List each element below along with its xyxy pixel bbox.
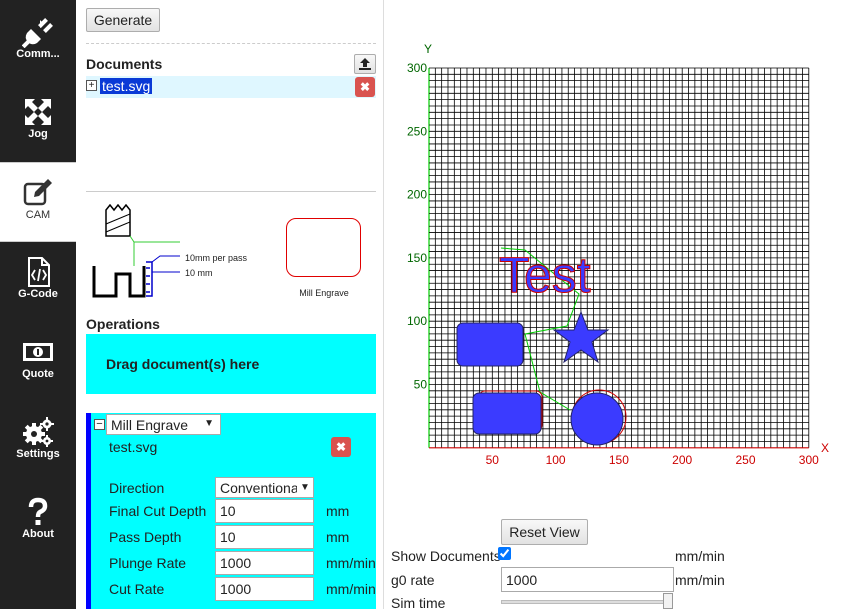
- rounded-rectangle-shape: [472, 392, 542, 435]
- expand-toggle-icon[interactable]: +: [86, 80, 97, 91]
- show-documents-unit: mm/min: [675, 548, 725, 564]
- y-tick-label: 250: [407, 124, 427, 138]
- gears-icon: [23, 417, 54, 447]
- x-tick-label: 150: [609, 453, 629, 467]
- cam-panel: Generate Documents + test.svg ✖ 10mm per…: [76, 0, 384, 609]
- nav-label-gcode: G-Code: [18, 288, 58, 300]
- direction-select[interactable]: Conventional ▼: [215, 477, 314, 498]
- nav-label-jog: Jog: [28, 128, 48, 140]
- nav-label-cam: CAM: [25, 209, 51, 221]
- operation-card: − Mill Engrave ▼ test.svg ✖ Direction Co…: [86, 413, 376, 609]
- show-documents-checkbox[interactable]: [498, 547, 511, 560]
- reset-view-button[interactable]: Reset View: [501, 519, 588, 545]
- document-row[interactable]: + test.svg: [86, 76, 376, 98]
- rounded-rectangle-shape: [456, 322, 524, 367]
- nav-label-comms: Comm...: [16, 48, 60, 60]
- code-file-icon: [28, 257, 50, 287]
- workspace-canvas[interactable]: 50 100 150 200 250 300 30025020015010050 Y X …: [385, 0, 843, 500]
- nav-label-about: About: [22, 528, 54, 540]
- delete-document-button[interactable]: ✖: [355, 77, 375, 97]
- x-axis-ticks: 50 100 150 200 250 300: [486, 453, 820, 467]
- pass-depth-label: Pass Depth: [109, 529, 182, 545]
- nav-label-settings: Settings: [16, 448, 60, 460]
- drop-zone[interactable]: Drag document(s) here: [86, 334, 376, 394]
- money-icon: [23, 343, 53, 361]
- pass-depth-input[interactable]: [215, 525, 314, 549]
- documents-title: Documents: [86, 56, 163, 72]
- y-tick-label: 100: [407, 314, 427, 328]
- sidebar-nav: Comm... Jog CAM G-Code Quote Settings Ab…: [0, 0, 76, 609]
- upload-icon: [359, 58, 371, 70]
- cut-rate-unit: mm/min: [326, 581, 376, 597]
- nav-item-quote[interactable]: Quote: [0, 322, 76, 402]
- document-name[interactable]: test.svg: [100, 78, 153, 94]
- cut-rate-label: Cut Rate: [109, 581, 165, 597]
- g0-rate-label: g0 rate: [391, 572, 435, 588]
- g0-rate-input[interactable]: [501, 567, 674, 592]
- upload-document-button[interactable]: [354, 54, 376, 74]
- per-pass-label: 10mm per pass: [185, 253, 248, 263]
- x-tick-label: 50: [486, 453, 500, 467]
- final-cut-depth-label: Final Cut Depth: [109, 503, 207, 519]
- circle-shape: [570, 392, 624, 446]
- x-tick-label: 250: [735, 453, 755, 467]
- x-axis-label: X: [821, 441, 829, 455]
- operations-title: Operations: [86, 316, 160, 332]
- nav-item-comms[interactable]: Comm...: [0, 2, 76, 82]
- sim-time-slider-handle[interactable]: [663, 593, 673, 609]
- sim-time-slider-track[interactable]: [501, 600, 671, 604]
- design-text: Test: [499, 247, 591, 303]
- divider: [86, 191, 376, 192]
- collapse-toggle-icon[interactable]: −: [94, 419, 105, 430]
- plunge-rate-input[interactable]: [215, 551, 314, 575]
- generate-button[interactable]: Generate: [86, 8, 160, 32]
- y-axis-label: Y: [424, 42, 432, 56]
- plug-icon: [22, 18, 53, 48]
- divider: [86, 43, 376, 44]
- nav-item-cam[interactable]: CAM: [0, 162, 76, 242]
- nav-item-jog[interactable]: Jog: [0, 82, 76, 162]
- cut-rate-input[interactable]: [215, 577, 314, 601]
- y-tick-label: 300: [407, 61, 427, 75]
- chevron-down-icon: ▼: [204, 418, 214, 429]
- x-tick-label: 200: [672, 453, 692, 467]
- nav-label-quote: Quote: [22, 368, 54, 380]
- remove-document-from-operation-button[interactable]: ✖: [331, 437, 351, 457]
- g0-rate-unit: mm/min: [675, 572, 725, 588]
- nav-item-gcode[interactable]: G-Code: [0, 242, 76, 322]
- y-tick-label: 200: [407, 188, 427, 202]
- edit-icon: [23, 179, 52, 206]
- y-tick-label: 50: [414, 378, 428, 392]
- preview-caption: Mill Engrave: [299, 288, 349, 298]
- plunge-rate-unit: mm/min: [326, 555, 376, 571]
- pass-depth-unit: mm: [326, 529, 350, 545]
- direction-value: Conventional: [220, 480, 302, 496]
- nav-item-settings[interactable]: Settings: [0, 402, 76, 482]
- plunge-rate-label: Plunge Rate: [109, 555, 187, 571]
- operation-type-select[interactable]: Mill Engrave ▼: [106, 414, 221, 435]
- final-cut-depth-input[interactable]: [215, 499, 314, 523]
- drop-hint: Drag document(s) here: [106, 356, 260, 372]
- final-cut-depth-unit: mm: [326, 503, 350, 519]
- x-tick-label: 300: [799, 453, 819, 467]
- x-tick-label: 100: [546, 453, 566, 467]
- y-tick-label: 150: [407, 251, 427, 265]
- direction-label: Direction: [109, 480, 165, 496]
- question-icon: [28, 497, 48, 525]
- arrows-move-icon: [25, 99, 51, 125]
- depth-label: 10 mm: [185, 268, 213, 278]
- chevron-down-icon: ▼: [297, 478, 313, 497]
- show-documents-label: Show Documents: [391, 548, 501, 564]
- nav-item-about[interactable]: About: [0, 482, 76, 562]
- operation-document-name: test.svg: [109, 439, 158, 455]
- y-axis-ticks: 300 250 200 150 100 50: [407, 61, 427, 392]
- operation-type-value: Mill Engrave: [111, 417, 189, 433]
- workspace-viewer[interactable]: 50 100 150 200 250 300 300 250 200 150 100 50 Y X …: [385, 0, 843, 611]
- engrave-preview-shape: [286, 218, 361, 277]
